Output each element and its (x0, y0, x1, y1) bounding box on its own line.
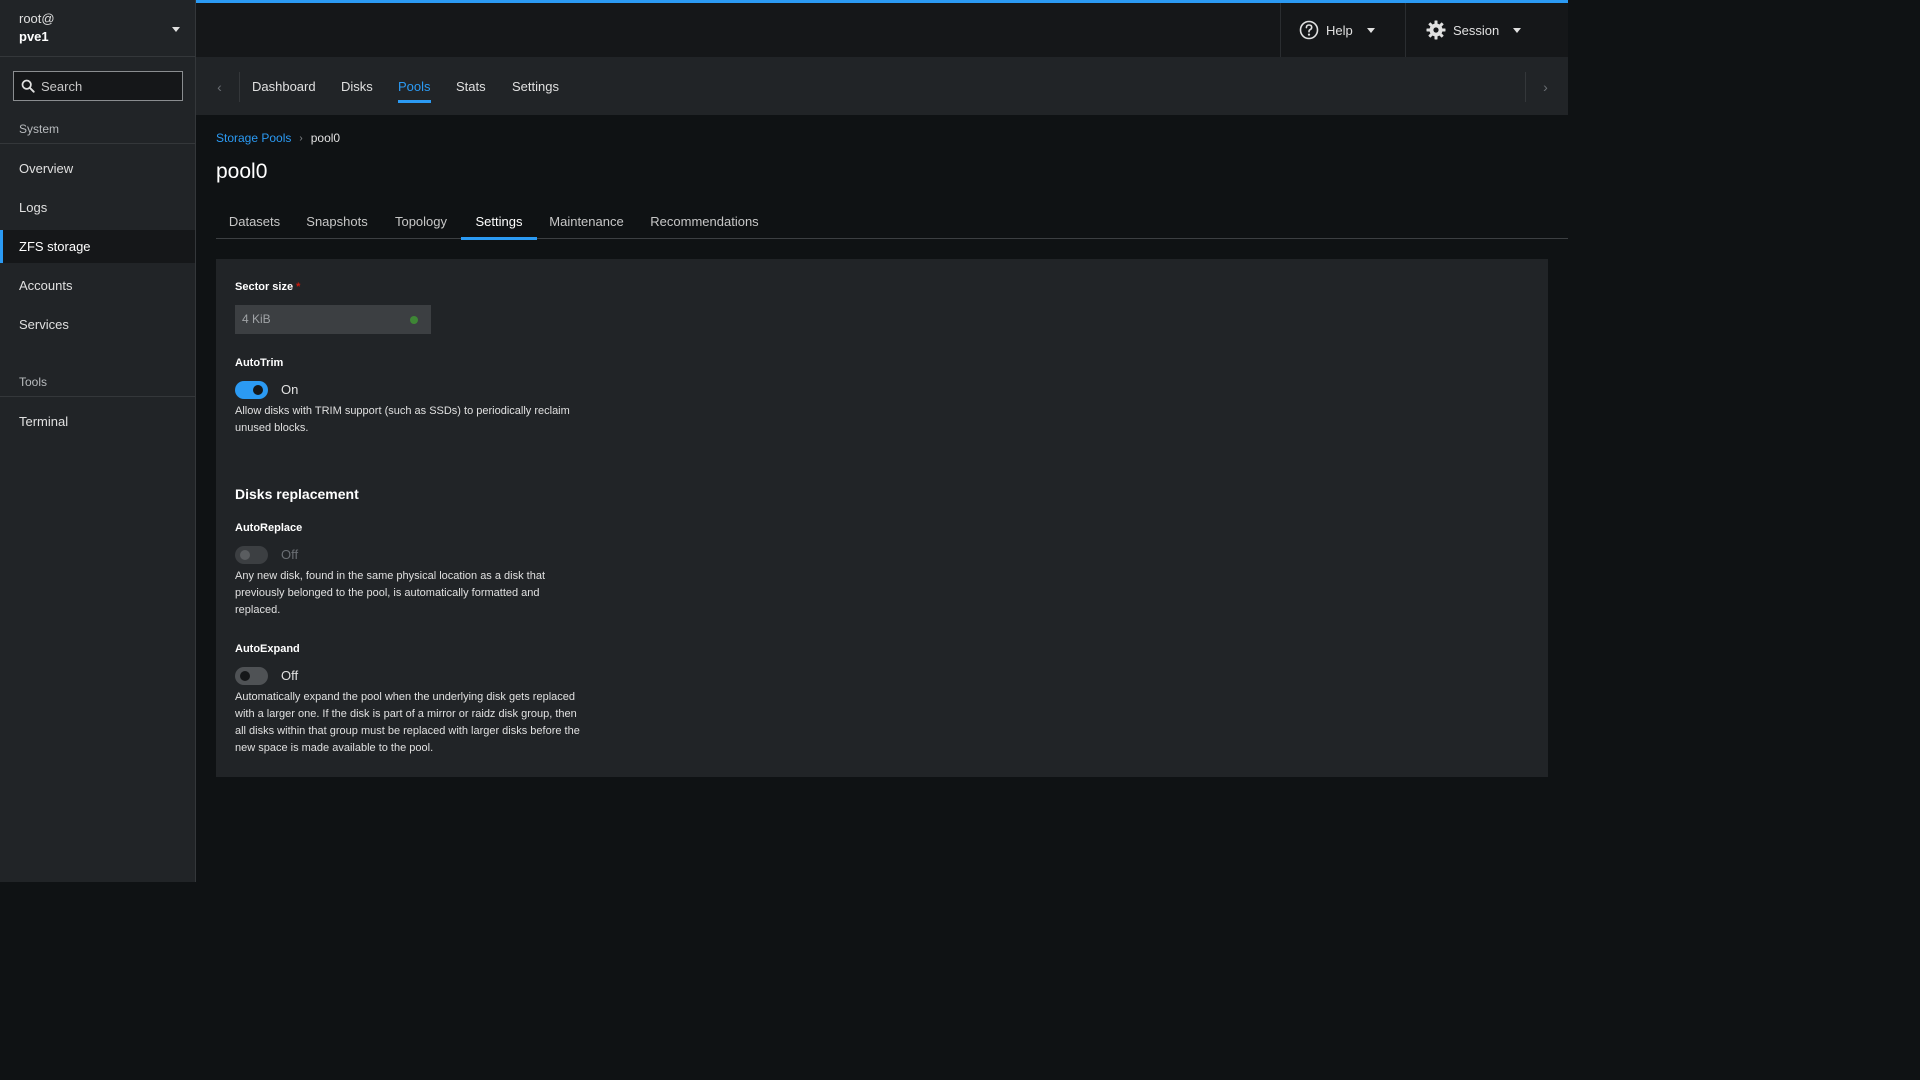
autoexpand-help-line: all disks within that group must be repl… (235, 725, 580, 737)
nav-section-system: System (0, 114, 196, 144)
autoexpand-help-line: Automatically expand the pool when the u… (235, 691, 575, 703)
breadcrumb-storage-pools[interactable]: Storage Pools (216, 131, 291, 145)
tab-stats[interactable]: Stats (456, 57, 486, 116)
scroll-right-button[interactable]: › (1525, 72, 1565, 102)
autotrim-state: On (281, 382, 299, 397)
autotrim-toggle[interactable] (235, 381, 268, 399)
settings-card: Sector size * 4 KiB AutoTrim On Allow dis… (216, 259, 1548, 777)
autotrim-help: Allow disks with TRIM support (such as S… (235, 403, 605, 437)
tab-recommendations[interactable]: Recommendations (637, 203, 772, 239)
host-switcher[interactable]: root@ pve1 (0, 0, 195, 57)
toggle-knob (240, 671, 250, 681)
required-marker: * (296, 281, 301, 293)
chevron-left-icon: ‹ (217, 79, 222, 95)
autotrim-label: AutoTrim (235, 357, 284, 369)
tab-datasets[interactable]: Datasets (216, 203, 293, 239)
sidebar: root@ pve1 System Overview Logs ZFS stor… (0, 0, 196, 882)
breadcrumb-current: pool0 (310, 131, 341, 145)
nav-item-logs[interactable]: Logs (0, 191, 195, 224)
nav-item-terminal[interactable]: Terminal (0, 405, 195, 438)
autoreplace-label: AutoReplace (235, 522, 303, 534)
autoreplace-state: Off (281, 547, 299, 562)
autotrim-help-line: Allow disks with TRIM support (such as S… (235, 405, 570, 417)
autoreplace-help-line: replaced. (235, 604, 281, 616)
caret-down-icon (1513, 27, 1522, 33)
disks-replacement-title: Disks replacement (235, 486, 359, 502)
session-label: Session (1453, 22, 1500, 38)
nav-section-tools: Tools (0, 367, 196, 397)
breadcrumb: Storage Pools › pool0 (216, 131, 340, 145)
top-bar: Help Session (196, 0, 1568, 57)
help-label: Help (1326, 22, 1353, 38)
autoreplace-toggle[interactable] (235, 546, 268, 564)
autoexpand-toggle[interactable] (235, 667, 268, 685)
nav-item-services[interactable]: Services (0, 308, 195, 341)
search-box[interactable] (13, 71, 183, 101)
autoreplace-help-line: previously belonged to the pool, is auto… (235, 587, 540, 599)
toggle-knob (253, 385, 263, 395)
chevron-right-icon: › (299, 132, 303, 144)
autotrim-help-line: unused blocks. (235, 422, 309, 434)
tab-snapshots[interactable]: Snapshots (294, 203, 380, 239)
autoexpand-help: Automatically expand the pool when the u… (235, 689, 615, 757)
session-menu-button[interactable]: Session (1405, 3, 1548, 57)
search-input[interactable] (41, 78, 171, 94)
autoreplace-help-line: Any new disk, found in the same physical… (235, 570, 546, 582)
autoreplace-help: Any new disk, found in the same physical… (235, 568, 605, 619)
help-icon (1299, 20, 1319, 40)
nav-item-zfs-storage[interactable]: ZFS storage (0, 230, 195, 263)
nav-item-accounts[interactable]: Accounts (0, 269, 195, 302)
caret-down-icon (172, 27, 180, 32)
autoexpand-help-line: with a larger one. If the disk is part o… (235, 708, 577, 720)
host-user: root@ (19, 11, 55, 26)
sector-size-label: Sector size * (235, 281, 300, 293)
autoexpand-label: AutoExpand (235, 643, 300, 655)
toggle-knob (240, 550, 250, 560)
tab-disks[interactable]: Disks (341, 57, 373, 116)
sector-size-select[interactable]: 4 KiB (235, 305, 431, 334)
host-name: pve1 (19, 29, 49, 44)
sector-size-value: 4 KiB (242, 312, 271, 326)
search-icon (21, 79, 35, 93)
autoexpand-help-line: new space is made available to the pool. (235, 742, 434, 754)
tab-topology[interactable]: Topology (382, 203, 460, 239)
caret-down-icon (1366, 27, 1375, 33)
tab-maintenance[interactable]: Maintenance (538, 203, 635, 239)
page-title: pool0 (216, 160, 268, 183)
sector-size-label-text: Sector size (235, 281, 294, 293)
gear-icon (1426, 20, 1446, 40)
tab-pool-settings[interactable]: Settings (461, 203, 537, 240)
check-icon (410, 316, 418, 324)
scroll-left-button[interactable]: ‹ (200, 72, 240, 102)
secondary-tabs: Datasets Snapshots Topology Settings Mai… (216, 203, 1568, 240)
autoexpand-state: Off (281, 668, 299, 683)
primary-tabs: ‹ Dashboard Disks Pools Stats Settings › (196, 57, 1568, 116)
tab-settings[interactable]: Settings (512, 57, 559, 116)
tab-pools[interactable]: Pools (398, 57, 431, 116)
chevron-right-icon: › (1543, 79, 1548, 95)
tab-dashboard[interactable]: Dashboard (252, 57, 316, 116)
nav-item-overview[interactable]: Overview (0, 152, 195, 185)
help-menu-button[interactable]: Help (1280, 3, 1405, 57)
